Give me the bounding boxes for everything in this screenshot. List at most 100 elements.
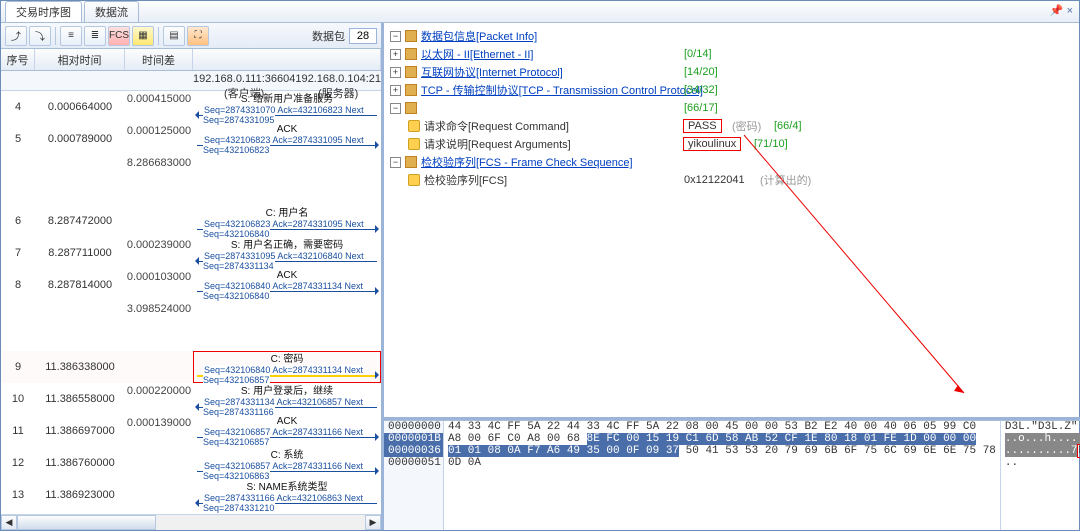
hex-view[interactable]: 000000000000001B0000003600000051 44 33 4… (384, 420, 1080, 530)
sequence-row[interactable]: 78.2877110000.000239000S: 用户名正确，需要密码Seq=… (1, 237, 381, 269)
expand-icon[interactable]: − (390, 157, 401, 168)
byte-count: [0/14] (684, 48, 712, 60)
node-tcp[interactable]: TCP - 传输控制协议[TCP - Transmission Control … (421, 82, 703, 98)
scroll-thumb[interactable] (17, 515, 156, 530)
tool-grid-icon[interactable]: ▦ (132, 26, 154, 46)
packet-count-input[interactable] (349, 28, 377, 44)
row-timediff (125, 479, 193, 511)
packet-tree[interactable]: − 数据包信息[Packet Info] + 以太网 - II[Ethernet -… (384, 23, 1080, 417)
sequence-row[interactable]: 8.286683000 (1, 155, 381, 205)
row-reltime: 0.000664000 (35, 91, 125, 123)
field-icon (408, 138, 420, 150)
node-req-args[interactable]: 请求说明[Request Arguments] (424, 136, 571, 152)
sequence-row[interactable]: 1111.3866970000.000139000ACKSeq=43210685… (1, 415, 381, 447)
row-timediff: 0.000125000 (125, 123, 193, 155)
book-icon (405, 84, 417, 96)
row-timediff (125, 447, 193, 479)
sequence-row[interactable]: 0.041414000 (1, 511, 381, 514)
row-reltime: 11.386338000 (35, 351, 125, 383)
hex-ascii[interactable]: D3L."D3L.Z"..E..S..@.@... ..o...h.......… (1000, 421, 1080, 530)
sequence-row[interactable]: 1311.386923000S: NAME系统类型Seq=2874331166 … (1, 479, 381, 511)
row-reltime: 11.386558000 (35, 383, 125, 415)
tab-sequence[interactable]: 交易时序图 (5, 1, 82, 22)
node-packetinfo[interactable]: 数据包信息[Packet Info] (421, 28, 537, 44)
expand-icon[interactable]: + (390, 85, 401, 96)
sequence-row[interactable]: 88.2878140000.000103000ACKSeq=432106840 … (1, 269, 381, 301)
book-icon (405, 66, 417, 78)
sequence-row[interactable]: 3.098524000 (1, 301, 381, 351)
row-seq: 8 (1, 269, 35, 301)
msg-label: S: NAME系统类型 (246, 478, 327, 493)
note-password: (密码) (732, 118, 761, 134)
scroll-right-icon[interactable]: ▶ (365, 515, 381, 530)
expand-icon[interactable]: + (390, 49, 401, 60)
row-timediff: 0.000103000 (125, 269, 193, 301)
seq-arrow: Seq=432106840 Ack=2874331134 Next Seq=43… (193, 281, 381, 301)
sequence-row[interactable]: 1211.386760000C: 系统Seq=432106857 Ack=287… (1, 447, 381, 479)
seq-arrow: Seq=2874331166 Ack=432106863 Next Seq=28… (193, 493, 381, 513)
tool-view1-icon[interactable]: ▤ (163, 26, 185, 46)
h-scrollbar[interactable]: ◀ ▶ (1, 514, 381, 530)
node-req-command[interactable]: 请求命令[Request Command] (424, 118, 569, 134)
hex-bytes[interactable]: 44 33 4C FF 5A 22 44 33 4C FF 5A 22 08 0… (444, 421, 1000, 530)
row-reltime: 11.386760000 (35, 447, 125, 479)
byte-count: [34/32] (684, 84, 718, 96)
node-ip[interactable]: 互联网协议[Internet Protocol] (421, 64, 563, 80)
msg-label: ACK (277, 270, 298, 281)
book-icon (405, 48, 417, 60)
tool-down-icon[interactable]: ⤵ (29, 26, 51, 46)
tool-rows-icon[interactable]: ≣ (84, 26, 106, 46)
tool-fcs-icon[interactable]: FCS (108, 26, 130, 46)
row-reltime: 11.386697000 (35, 415, 125, 447)
expand-icon[interactable]: + (390, 67, 401, 78)
msg-label: ACK (277, 416, 298, 427)
node-fcs[interactable]: 检校验序列[FCS - Frame Check Sequence] (421, 154, 633, 170)
msg-label: C: 密码 (271, 350, 304, 365)
sequence-row[interactable]: 911.386338000C: 密码Seq=432106840 Ack=2874… (1, 351, 381, 383)
col-seq[interactable]: 序号 (1, 49, 35, 70)
seq-arrow: Seq=2874331070 Ack=432106823 Next Seq=28… (193, 105, 381, 125)
sequence-row[interactable]: 50.0007890000.000125000ACKSeq=432106823 … (1, 123, 381, 155)
tool-up-icon[interactable]: ⤴ (5, 26, 27, 46)
row-seq: 13 (1, 479, 35, 511)
row-reltime: 8.287472000 (35, 205, 125, 237)
row-reltime: 0.000789000 (35, 123, 125, 155)
sequence-body[interactable]: 40.0006640000.000415000S: 给新用户准备服务Seq=28… (1, 91, 381, 514)
tool-view2-icon[interactable]: ⛶ (187, 26, 209, 46)
row-seq: 9 (1, 351, 35, 383)
row-seq: 10 (1, 383, 35, 415)
scroll-left-icon[interactable]: ◀ (1, 515, 17, 530)
sequence-row[interactable]: 40.0006640000.000415000S: 给新用户准备服务Seq=28… (1, 91, 381, 123)
row-seq: 12 (1, 447, 35, 479)
msg-label: S: 用户登录后，继续 (241, 382, 333, 397)
sequence-row[interactable]: 68.287472000C: 用户名Seq=432106823 Ack=2874… (1, 205, 381, 237)
book-icon (405, 156, 417, 168)
byte-count: [71/10] (754, 138, 788, 150)
value-fcs: 0x12122041 (684, 174, 745, 186)
row-timediff (125, 205, 193, 237)
row-seq: 6 (1, 205, 35, 237)
msg-label: C: 系统 (271, 446, 304, 461)
tool-lines-icon[interactable]: ≡ (60, 26, 82, 46)
byte-count: [66/17] (684, 102, 718, 114)
note-computed: (计算出的) (760, 172, 811, 188)
node-fcs-value[interactable]: 检校验序列[FCS] (424, 172, 507, 188)
msg-label: S: 用户名正确，需要密码 (231, 236, 343, 251)
tab-datastream[interactable]: 数据流 (84, 1, 139, 22)
sequence-row[interactable]: 1011.3865580000.000220000S: 用户登录后，继续Seq=… (1, 383, 381, 415)
client-address: 192.168.0.111:36604 (客户端) (193, 71, 295, 90)
value-password: yikoulinux (684, 138, 740, 150)
col-reltime[interactable]: 相对时间 (35, 49, 125, 70)
node-ethernet[interactable]: 以太网 - II[Ethernet - II] (421, 46, 533, 62)
byte-count: [66/4] (774, 120, 802, 132)
row-seq: 4 (1, 91, 35, 123)
row-reltime: 8.287711000 (35, 237, 125, 269)
time-gap: 8.286683000 (125, 155, 193, 205)
field-icon (408, 120, 420, 132)
book-icon (405, 102, 417, 114)
pin-icon[interactable]: 📌 × (1050, 4, 1073, 17)
col-timediff[interactable]: 时间差 (125, 49, 193, 70)
seq-arrow: Seq=432106823 Ack=2874331095 Next Seq=43… (193, 135, 381, 155)
expand-icon[interactable]: − (390, 31, 401, 42)
expand-icon[interactable]: − (390, 103, 401, 114)
